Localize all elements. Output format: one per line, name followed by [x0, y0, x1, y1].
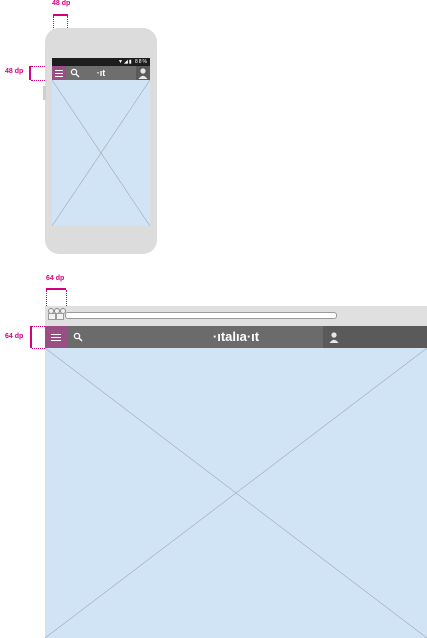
phone-user-button[interactable]	[136, 66, 150, 80]
user-icon	[138, 68, 148, 79]
user-icon	[329, 332, 339, 343]
browser-width-marker	[46, 288, 66, 290]
status-icons: ▼◢▮ 88%	[118, 59, 148, 65]
phone-width-label: 48 dp	[52, 0, 71, 7]
phone-content-placeholder	[52, 80, 150, 226]
address-bar[interactable]	[65, 312, 337, 319]
browser-tab-2[interactable]	[56, 313, 64, 320]
phone-status-bar: ▼◢▮ 88%	[52, 58, 150, 66]
browser-height-label: 64 dp	[5, 333, 24, 340]
placeholder-cross	[45, 348, 427, 638]
phone-side-button	[43, 86, 46, 100]
browser-tab[interactable]	[48, 313, 56, 320]
browser-height-guide-bottom	[32, 348, 45, 349]
browser-width-label: 64 dp	[46, 275, 65, 282]
phone-width-marker	[53, 14, 68, 16]
browser-content-placeholder	[45, 348, 427, 638]
browser-toolbar: ·ıtalıa·ıt	[45, 326, 427, 348]
phone-height-marker	[29, 66, 31, 80]
browser-height-guide-top	[32, 326, 45, 327]
browser-height-marker	[30, 326, 32, 348]
browser-chrome	[45, 306, 427, 326]
phone-toolbar: ·ıt	[52, 66, 150, 80]
browser-user-area[interactable]	[323, 326, 427, 348]
placeholder-cross	[52, 80, 150, 226]
phone-height-label: 48 dp	[5, 68, 24, 75]
